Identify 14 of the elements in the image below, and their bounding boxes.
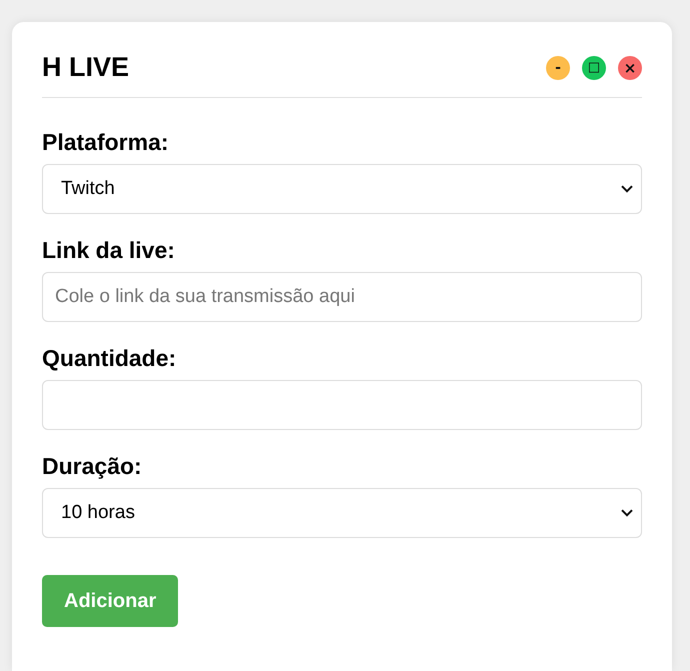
input-field[interactable]: Cole o link da sua transmissão aqui — [42, 272, 642, 322]
field-label: Duração: — [42, 452, 143, 480]
minimize-button[interactable]: - — [546, 56, 570, 80]
dropdown-field[interactable]: Twitch — [42, 164, 642, 214]
chevron-down-icon — [621, 185, 633, 193]
chevron-down-icon — [621, 509, 633, 517]
window-title: H LIVE — [42, 52, 130, 82]
field-label: Quantidade: — [42, 344, 178, 372]
close-button[interactable]: × — [618, 56, 642, 80]
field-label: Link da live: — [42, 236, 176, 264]
field-label: Plataforma: — [42, 128, 170, 156]
dropdown-field[interactable]: 10 horas — [42, 488, 642, 538]
input-field[interactable] — [42, 380, 642, 430]
maximize-button[interactable]: □ — [582, 56, 606, 80]
